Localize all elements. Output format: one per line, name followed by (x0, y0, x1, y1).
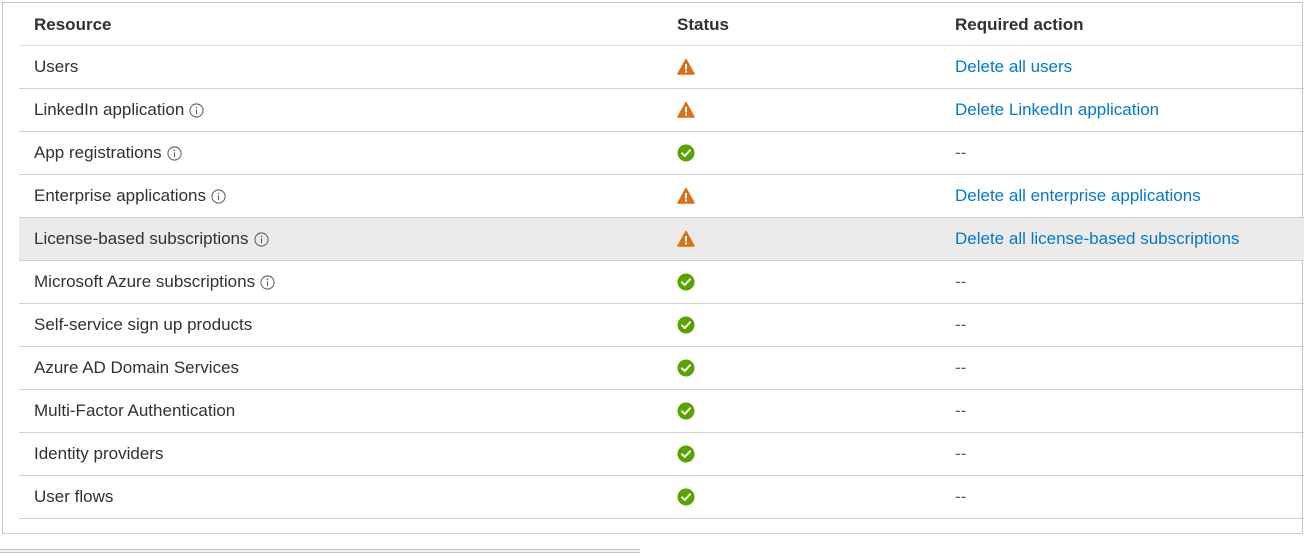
status-cell (664, 488, 940, 506)
resource-name: App registrations (34, 143, 162, 162)
table-row[interactable]: Microsoft Azure subscriptions -- (19, 261, 1304, 304)
required-action-link[interactable]: Delete all license-based subscriptions (955, 229, 1239, 248)
resource-cell: Enterprise applications (19, 186, 664, 206)
resource-cell: Self-service sign up products (19, 315, 664, 335)
required-action-cell: Delete all users (940, 57, 1304, 77)
required-action-cell: -- (940, 444, 1304, 464)
required-action-link[interactable]: Delete LinkedIn application (955, 100, 1159, 119)
table-row[interactable]: Azure AD Domain Services -- (19, 347, 1304, 390)
info-icon[interactable] (189, 102, 204, 118)
resource-name: Multi-Factor Authentication (34, 401, 236, 420)
resource-name: Microsoft Azure subscriptions (34, 272, 256, 291)
required-action-cell: -- (940, 315, 1304, 335)
table-row[interactable]: Self-service sign up products -- (19, 304, 1304, 347)
table-row[interactable]: Multi-Factor Authentication -- (19, 390, 1304, 433)
status-cell (664, 273, 940, 291)
required-action-cell: -- (940, 487, 1304, 507)
required-action-cell: Delete all enterprise applications (940, 186, 1304, 206)
table-row[interactable]: Users Delete all users (19, 46, 1304, 89)
checkmark-icon (677, 144, 695, 162)
required-action-none: -- (955, 315, 967, 334)
required-action-none: -- (955, 272, 967, 291)
column-header-resource[interactable]: Resource (19, 15, 664, 35)
resource-cell: License-based subscriptions (19, 229, 664, 249)
resource-cell: LinkedIn application (19, 100, 664, 120)
checkmark-icon (677, 445, 695, 463)
table-row[interactable]: User flows -- (19, 476, 1304, 519)
warning-icon (677, 187, 695, 205)
resource-name: License-based subscriptions (34, 229, 249, 248)
info-icon[interactable] (253, 231, 269, 247)
info-icon[interactable] (260, 274, 275, 290)
resource-name: Identity providers (34, 444, 164, 463)
warning-icon (677, 58, 695, 76)
resource-cell: Users (19, 57, 664, 77)
table-body: Users Delete all users LinkedIn applicatio… (19, 46, 1304, 519)
checkmark-icon (677, 273, 695, 291)
warning-icon (677, 101, 695, 119)
column-header-required-action[interactable]: Required action (940, 15, 1304, 35)
required-action-none: -- (955, 358, 967, 377)
table-header: Resource Status Required action (19, 4, 1304, 46)
required-action-cell: -- (940, 143, 1304, 163)
status-cell (664, 230, 940, 248)
table-row[interactable]: License-based subscriptions Delete all li… (19, 218, 1304, 261)
required-action-cell: Delete all license-based subscriptions (940, 229, 1304, 249)
required-action-link[interactable]: Delete all enterprise applications (955, 186, 1201, 205)
resource-cell: Azure AD Domain Services (19, 358, 664, 378)
status-cell (664, 316, 940, 334)
required-action-none: -- (955, 401, 967, 420)
checkmark-icon (677, 316, 695, 334)
resource-cell: User flows (19, 487, 664, 507)
checkmark-icon (677, 359, 695, 377)
resources-table: Resource Status Required action Users Del… (19, 4, 1304, 519)
resource-name: User flows (34, 487, 114, 506)
required-action-none: -- (955, 143, 967, 162)
required-action-cell: -- (940, 401, 1304, 421)
resource-cell: App registrations (19, 143, 664, 163)
info-icon[interactable] (211, 188, 226, 204)
info-icon[interactable] (167, 145, 182, 161)
checkmark-icon (677, 488, 695, 506)
table-row[interactable]: Enterprise applications Delete all enterp… (19, 175, 1304, 218)
status-cell (664, 58, 940, 76)
column-header-status[interactable]: Status (664, 15, 940, 35)
warning-icon (677, 230, 695, 248)
required-action-cell: Delete LinkedIn application (940, 100, 1304, 120)
resource-name: Enterprise applications (34, 186, 206, 205)
required-action-cell: -- (940, 272, 1304, 292)
horizontal-scrollbar[interactable] (0, 549, 640, 553)
status-cell (664, 445, 940, 463)
status-cell (664, 187, 940, 205)
resource-name: Self-service sign up products (34, 315, 253, 334)
table-row[interactable]: Identity providers -- (19, 433, 1304, 476)
checkmark-icon (677, 402, 695, 420)
table-row[interactable]: LinkedIn application Delete LinkedIn appl… (19, 89, 1304, 132)
resource-name: Users (34, 57, 79, 76)
required-action-cell: -- (940, 358, 1304, 378)
required-action-link[interactable]: Delete all users (955, 57, 1072, 76)
resource-cell: Multi-Factor Authentication (19, 401, 664, 421)
status-cell (664, 359, 940, 377)
status-cell (664, 144, 940, 162)
required-action-none: -- (955, 487, 967, 506)
table-row[interactable]: App registrations -- (19, 132, 1304, 175)
status-cell (664, 101, 940, 119)
resource-cell: Identity providers (19, 444, 664, 464)
resource-name: LinkedIn application (34, 100, 185, 119)
resource-name: Azure AD Domain Services (34, 358, 240, 377)
resource-cell: Microsoft Azure subscriptions (19, 272, 664, 292)
status-cell (664, 402, 940, 420)
required-action-none: -- (955, 444, 967, 463)
